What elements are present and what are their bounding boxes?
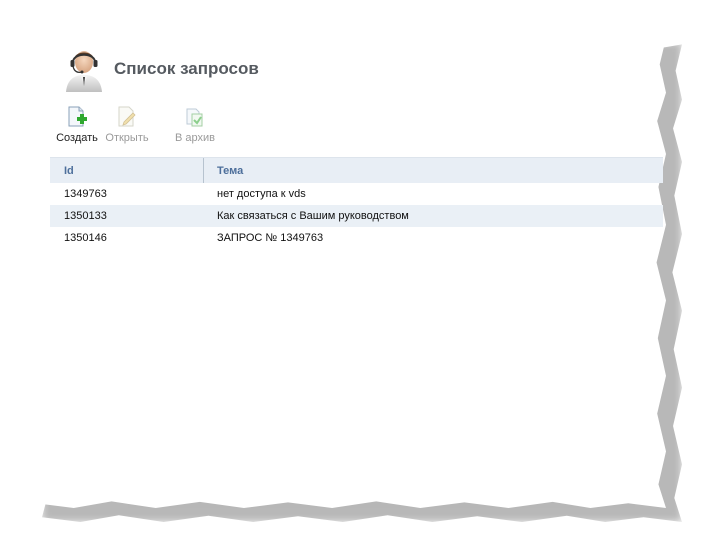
- row-subject: нет доступа к vds: [217, 188, 306, 200]
- create-button[interactable]: Создать: [52, 106, 102, 148]
- column-header-id[interactable]: Id: [64, 165, 74, 177]
- column-header-subject[interactable]: Тема: [217, 165, 243, 177]
- row-subject: Как связаться с Вашим руководством: [217, 210, 409, 222]
- archive-icon: [186, 108, 203, 127]
- row-subject: ЗАПРОС № 1349763: [217, 232, 324, 244]
- open-button-label: Открыть: [105, 132, 149, 144]
- archive-button-label: В архив: [175, 132, 215, 144]
- archive-button[interactable]: В архив: [170, 106, 220, 148]
- edit-document-icon: [118, 106, 136, 127]
- new-document-icon: [68, 106, 87, 127]
- create-button-label: Создать: [56, 132, 98, 144]
- page-title: Список запросов: [114, 59, 259, 78]
- table-row[interactable]: 1350146 ЗАПРОС № 1349763: [50, 227, 663, 249]
- support-operator-icon: [66, 51, 102, 92]
- row-id: 1350146: [64, 232, 107, 244]
- open-button[interactable]: Открыть: [102, 106, 152, 148]
- table-row[interactable]: 1350133 Как связаться с Вашим руководств…: [50, 205, 663, 227]
- table-row[interactable]: 1349763 нет доступа к vds: [50, 183, 663, 205]
- column-divider[interactable]: [203, 158, 204, 183]
- table-header: Id Тема: [50, 157, 663, 183]
- row-id: 1349763: [64, 188, 107, 200]
- row-id: 1350133: [64, 210, 107, 222]
- requests-table: Id Тема 1349763 нет доступа к vds 135013…: [50, 157, 663, 249]
